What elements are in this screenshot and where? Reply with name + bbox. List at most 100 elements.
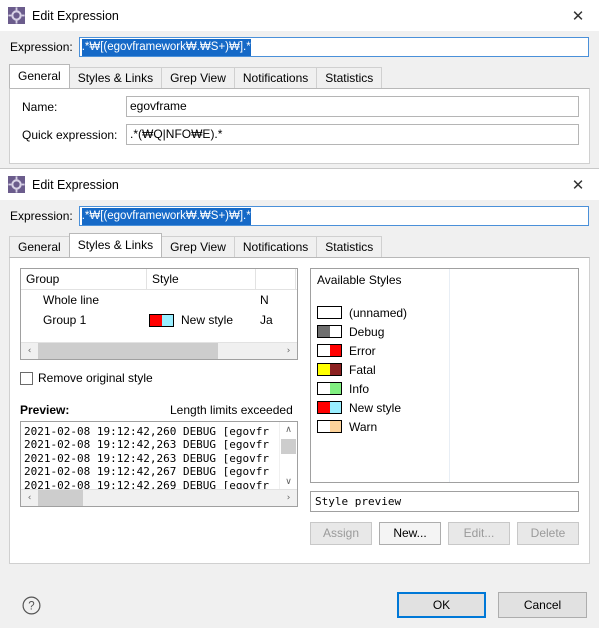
svg-text:?: ? — [28, 600, 34, 612]
list-item[interactable]: New style — [311, 398, 449, 417]
remove-original-style-checkbox[interactable] — [20, 371, 33, 385]
column-header-extra[interactable] — [256, 269, 296, 289]
tabstrip-background: General Styles & Links Grep View Notific… — [0, 64, 599, 88]
preview-header: Preview: Length limits exceeded — [20, 403, 298, 417]
app-gear-icon — [8, 176, 25, 193]
list-item[interactable]: (unnamed) — [311, 303, 449, 322]
list-item[interactable]: Error — [311, 341, 449, 360]
style-cell-group-1: New style — [147, 313, 256, 327]
scrollbar-thumb[interactable] — [38, 490, 83, 506]
tab-styles-links-background[interactable]: Styles & Links — [68, 67, 163, 88]
app-gear-icon — [8, 7, 25, 24]
scroll-up-arrow-icon[interactable]: ∧ — [280, 422, 297, 438]
general-tab-panel-background: Name: egovframe Quick expression: .*(₩Q|… — [9, 88, 590, 164]
preview-box[interactable]: 2021-02-08 19:12:42,260 DEBUG [egovfr 20… — [20, 421, 298, 507]
tabstrip: General Styles & Links Grep View Notific… — [0, 233, 599, 257]
scroll-left-arrow-icon[interactable]: ‹ — [21, 490, 38, 506]
tab-general[interactable]: General — [9, 236, 70, 257]
log-line: 2021-02-08 19:12:42,263 DEBUG [egovfr — [24, 451, 270, 465]
list-item[interactable]: Info — [311, 379, 449, 398]
style-swatch-icon — [317, 401, 342, 414]
list-item-label: Info — [349, 381, 370, 396]
expression-value: .*₩[(egovframework₩.₩S+)₩].* — [81, 207, 251, 225]
ok-button[interactable]: OK — [397, 592, 486, 618]
expression-input-background[interactable]: .*₩[(egovframework₩.₩S+)₩].* — [78, 37, 589, 57]
expression-value-background: .*₩[(egovframework₩.₩S+)₩].* — [81, 38, 251, 56]
tab-statistics-background[interactable]: Statistics — [316, 67, 383, 88]
list-item-label: New style — [349, 400, 402, 415]
extra-cell-group-1: Ja — [260, 313, 273, 327]
group-style-table-header: Group Style — [21, 269, 297, 290]
expression-label: Expression: — [10, 209, 73, 223]
name-input[interactable]: egovframe — [126, 96, 579, 117]
cancel-button[interactable]: Cancel — [498, 592, 587, 618]
delete-style-button: Delete — [517, 522, 579, 545]
style-cell-label: New style — [181, 313, 234, 327]
expression-input[interactable]: .*₩[(egovframework₩.₩S+)₩].* — [78, 206, 589, 226]
tab-grep-view-background[interactable]: Grep View — [161, 67, 235, 88]
table-row[interactable]: Group 1 New style Ja — [21, 310, 297, 330]
titlebar-background: Edit Expression ✕ — [0, 0, 599, 31]
help-question-mark-icon[interactable]: ? — [22, 596, 41, 615]
list-item[interactable]: Debug — [311, 322, 449, 341]
list-item-label: Debug — [349, 324, 385, 339]
scroll-down-arrow-icon[interactable]: ∨ — [280, 474, 297, 490]
expression-row: Expression: .*₩[(egovframework₩.₩S+)₩].* — [0, 200, 599, 233]
available-styles-empty-column — [450, 269, 578, 482]
quick-expression-label: Quick expression: — [22, 127, 118, 142]
scrollbar-track[interactable] — [83, 490, 280, 506]
tab-general-background[interactable]: General — [9, 64, 70, 88]
scrollbar-thumb[interactable] — [38, 343, 218, 359]
dialog-title: Edit Expression — [32, 177, 119, 192]
edit-expression-dialog[interactable]: Edit Expression ✕ Expression: .*₩[(egovf… — [0, 168, 599, 628]
style-swatch-icon — [317, 382, 342, 395]
styles-links-tab-panel: Group Style Whole line N Group 1 New sty… — [9, 257, 590, 564]
preview-vertical-scrollbar[interactable]: ∧ ∨ — [279, 422, 297, 490]
column-header-style[interactable]: Style — [147, 269, 256, 289]
tab-grep-view[interactable]: Grep View — [161, 236, 235, 257]
dialog-footer: ? OK Cancel — [0, 582, 599, 628]
scroll-right-arrow-icon[interactable]: › — [280, 343, 297, 359]
tab-statistics[interactable]: Statistics — [316, 236, 383, 257]
styles-right-column: Available Styles (unnamed) Debug Error Fata… — [310, 268, 579, 545]
group-cell-whole-line: Whole line — [43, 293, 100, 307]
column-header-group[interactable]: Group — [21, 269, 147, 289]
list-item-label: (unnamed) — [349, 305, 408, 320]
close-icon[interactable]: ✕ — [563, 172, 593, 198]
list-item[interactable]: Fatal — [311, 360, 449, 379]
remove-original-style-row[interactable]: Remove original style — [20, 371, 298, 385]
close-icon[interactable]: ✕ — [563, 3, 593, 29]
tab-notifications-background[interactable]: Notifications — [233, 67, 318, 88]
assign-button: Assign — [310, 522, 372, 545]
scrollbar-thumb[interactable] — [281, 439, 296, 454]
list-item-label: Error — [349, 343, 376, 358]
quick-expression-input[interactable]: .*(₩Q|NFO₩E).* — [126, 124, 579, 145]
style-preview-field[interactable]: Style preview — [310, 491, 579, 512]
scroll-left-arrow-icon[interactable]: ‹ — [21, 343, 38, 359]
name-label: Name: — [22, 99, 58, 114]
tab-notifications[interactable]: Notifications — [233, 236, 318, 257]
preview-horizontal-scrollbar[interactable]: ‹ › — [21, 489, 297, 506]
style-swatch-icon — [149, 313, 174, 327]
expression-label-background: Expression: — [10, 40, 73, 54]
edit-style-button: Edit... — [448, 522, 510, 545]
available-styles-items: (unnamed) Debug Error Fatal Info New style War… — [311, 303, 449, 436]
new-style-button[interactable]: New... — [379, 522, 441, 545]
quick-expression-field-row: Quick expression: .*(₩Q|NFO₩E).* — [10, 117, 589, 145]
group-style-table[interactable]: Group Style Whole line N Group 1 New sty… — [20, 268, 298, 360]
style-swatch-icon — [317, 325, 342, 338]
style-swatch-icon — [317, 363, 342, 376]
scroll-right-arrow-icon[interactable]: › — [280, 490, 297, 506]
edit-expression-dialog-background[interactable]: Edit Expression ✕ Expression: .*₩[(egovf… — [0, 0, 599, 175]
available-styles-column: Available Styles (unnamed) Debug Error Fata… — [311, 269, 450, 482]
group-table-horizontal-scrollbar[interactable]: ‹ › — [21, 342, 297, 359]
available-styles-header: Available Styles — [317, 273, 402, 287]
table-row[interactable]: Whole line N — [21, 290, 297, 310]
extra-cell-whole-line: N — [260, 293, 269, 307]
tab-styles-links[interactable]: Styles & Links — [68, 233, 163, 257]
list-item[interactable]: Warn — [311, 417, 449, 436]
available-styles-list[interactable]: Available Styles (unnamed) Debug Error Fata… — [310, 268, 579, 483]
styles-left-column: Group Style Whole line N Group 1 New sty… — [20, 268, 298, 545]
log-line: 2021-02-08 19:12:42,267 DEBUG [egovfr — [24, 465, 270, 479]
scrollbar-track[interactable] — [218, 343, 280, 359]
